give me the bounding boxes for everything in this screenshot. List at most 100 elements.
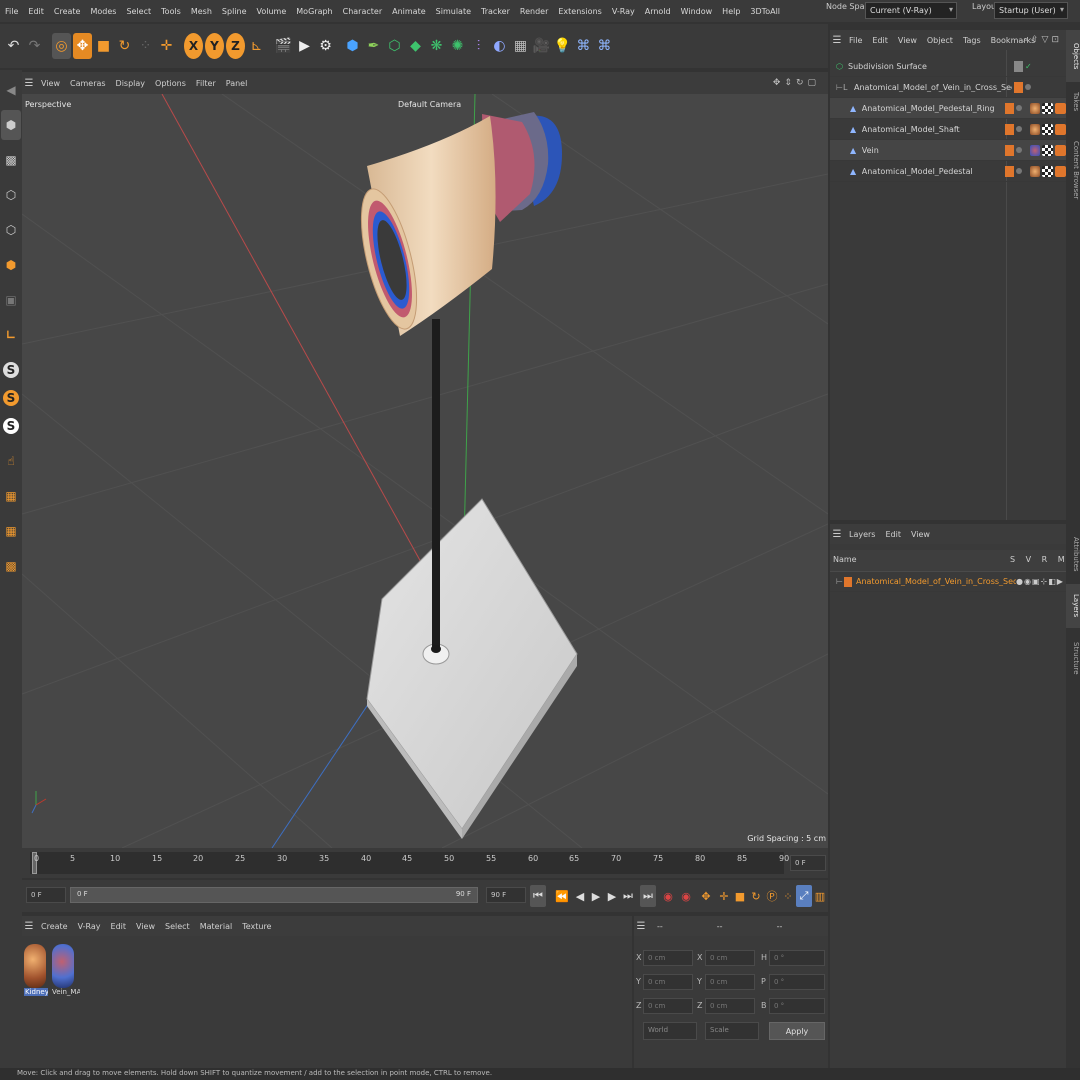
key-rotate-icon[interactable]: ↻	[748, 885, 764, 907]
uv-mode-icon[interactable]: ▣	[1, 285, 21, 315]
coord-x-field[interactable]: 0 cm	[643, 950, 693, 966]
menu-file[interactable]: File	[0, 7, 23, 16]
coord-mode-dropdown[interactable]: Scale	[705, 1022, 759, 1040]
menu-render[interactable]: Render	[515, 7, 553, 16]
enabled-check-icon[interactable]: ✓	[1025, 62, 1032, 71]
object-row[interactable]: ⊢L Anatomical_Model_of_Vein_in_Cross_Sec…	[830, 77, 1066, 98]
object-row[interactable]: ⬡ Subdivision Surface ✓	[830, 56, 1066, 77]
uvw-tag-icon[interactable]	[1042, 102, 1054, 114]
points-mode-icon[interactable]: ⬡	[1, 180, 21, 210]
vp-menu-options[interactable]: Options	[150, 79, 191, 88]
key-pla-icon[interactable]: ⁘	[780, 885, 796, 907]
menu-create[interactable]: Create	[49, 7, 86, 16]
coord-z-field[interactable]: 0 cm	[643, 998, 693, 1014]
object-menu-icon[interactable]: ☰	[830, 30, 844, 50]
layer-tag-icon[interactable]	[1004, 102, 1014, 114]
redo-icon[interactable]: ↷	[25, 33, 44, 59]
visibility-toggle[interactable]	[1014, 60, 1023, 72]
rot-h-field[interactable]: 0 °	[769, 950, 825, 966]
mat-menu-select[interactable]: Select	[160, 922, 195, 931]
menu-edit[interactable]: Edit	[23, 7, 49, 16]
key-param-icon[interactable]: Ⓟ	[764, 885, 780, 907]
key-move-icon[interactable]: ✛	[716, 885, 732, 907]
coord-menu-icon[interactable]: ☰	[634, 916, 648, 936]
autokey-icon[interactable]: ◉	[678, 885, 694, 907]
go-to-end-icon[interactable]: ⏭	[620, 885, 636, 907]
model-mode-icon[interactable]: ⬢	[1, 110, 21, 140]
mat-menu-view[interactable]: View	[131, 922, 160, 931]
timeline-window-icon[interactable]: ▥	[812, 885, 828, 907]
deformer-icon[interactable]: ⫶	[469, 33, 488, 59]
coord-space-dropdown[interactable]: World	[643, 1022, 697, 1040]
cube-object-icon[interactable]: ⬢	[343, 33, 362, 59]
uvw-tag-icon[interactable]	[1042, 123, 1054, 135]
material-swatch[interactable]: Kidney_	[24, 944, 48, 1006]
tweak-mode-icon[interactable]: ☝	[1, 446, 21, 476]
object-row[interactable]: ▲ Anatomical_Model_Pedestal_Ring	[830, 98, 1066, 119]
next-frame-icon[interactable]: ▶	[604, 885, 620, 907]
material-tag-icon[interactable]	[1029, 144, 1041, 156]
snap-icon[interactable]: S	[3, 362, 19, 378]
menu-arnold[interactable]: Arnold	[640, 7, 676, 16]
obj-menu-tags[interactable]: Tags	[958, 36, 986, 45]
coordinate-system-icon[interactable]: ⊾	[247, 33, 266, 59]
rot-p-field[interactable]: 0 °	[769, 974, 825, 990]
material-tag-icon[interactable]	[1029, 102, 1041, 114]
move-tool-icon[interactable]: ✥	[73, 33, 92, 59]
vp-menu-filter[interactable]: Filter	[191, 79, 221, 88]
vp-menu-view[interactable]: View	[36, 79, 65, 88]
workplane-lock-icon[interactable]: ▦	[1, 516, 21, 546]
menu-vray[interactable]: V-Ray	[607, 7, 640, 16]
render-settings-icon[interactable]: ⚙	[316, 33, 335, 59]
rotate-tool-icon[interactable]: ↻	[115, 33, 134, 59]
menu-modes[interactable]: Modes	[85, 7, 121, 16]
python-icon[interactable]: ⌘	[574, 33, 593, 59]
mat-menu-material[interactable]: Material	[195, 922, 238, 931]
texture-mode-icon[interactable]: ▩	[1, 145, 21, 175]
object-row[interactable]: ▲ Vein	[830, 140, 1066, 161]
layer-tag-icon[interactable]	[1014, 81, 1023, 93]
render-view-icon[interactable]: 🎬	[274, 33, 293, 59]
snap-workplane-icon[interactable]: S	[3, 418, 19, 434]
tab-objects[interactable]: Objects	[1066, 30, 1080, 82]
visibility-dots-icon[interactable]	[1015, 105, 1022, 111]
play-icon[interactable]: ▶	[588, 885, 604, 907]
menu-tools[interactable]: Tools	[156, 7, 186, 16]
record-keys-icon[interactable]: ◉	[660, 885, 676, 907]
menu-spline[interactable]: Spline	[217, 7, 252, 16]
layer-menu-view[interactable]: View	[906, 530, 935, 539]
selection-tag-icon[interactable]	[1055, 102, 1066, 114]
prev-frame-icon[interactable]: ◀	[572, 885, 588, 907]
transform-tool-icon[interactable]: ✛	[157, 33, 176, 59]
layer-tag-icon[interactable]	[1004, 165, 1014, 177]
size-x-field[interactable]: 0 cm	[705, 950, 755, 966]
object-row[interactable]: ▲ Anatomical_Model_Pedestal	[830, 161, 1066, 182]
end-frame-field[interactable]: 90 F	[486, 887, 526, 903]
scale-tool-icon[interactable]: ■	[94, 33, 113, 59]
menu-simulate[interactable]: Simulate	[431, 7, 476, 16]
layer-row[interactable]: ⊢ Anatomical_Model_of_Vein_in_Cross_Sect…	[830, 572, 1066, 592]
obj-menu-edit[interactable]: Edit	[867, 36, 893, 45]
vp-menu-display[interactable]: Display	[111, 79, 151, 88]
grid-icon[interactable]: ▩	[1, 551, 21, 581]
viewport-menu-icon[interactable]: ☰	[22, 73, 36, 93]
visibility-dots-icon[interactable]	[1015, 168, 1022, 174]
apply-button[interactable]: Apply	[769, 1022, 825, 1040]
cloner-icon[interactable]: ❋	[427, 33, 446, 59]
key-scale-icon[interactable]: ■	[732, 885, 748, 907]
layer-menu-icon[interactable]: ☰	[830, 524, 844, 544]
effector-icon[interactable]: ✺	[448, 33, 467, 59]
menu-window[interactable]: Window	[676, 7, 718, 16]
start-frame-field[interactable]: 0 F	[26, 887, 66, 903]
material-tag-icon[interactable]	[1029, 123, 1041, 135]
mat-menu-vray[interactable]: V-Ray	[73, 922, 106, 931]
size-z-field[interactable]: 0 cm	[705, 998, 755, 1014]
mat-menu-create[interactable]: Create	[36, 922, 73, 931]
material-tag-icon[interactable]	[1029, 165, 1041, 177]
z-axis-lock-icon[interactable]: Z	[226, 33, 245, 59]
menu-help[interactable]: Help	[717, 7, 745, 16]
key-position-icon[interactable]: ✥	[698, 885, 714, 907]
menu-mograph[interactable]: MoGraph	[291, 7, 337, 16]
pen-spline-icon[interactable]: ✒	[364, 33, 383, 59]
obj-menu-object[interactable]: Object	[922, 36, 958, 45]
